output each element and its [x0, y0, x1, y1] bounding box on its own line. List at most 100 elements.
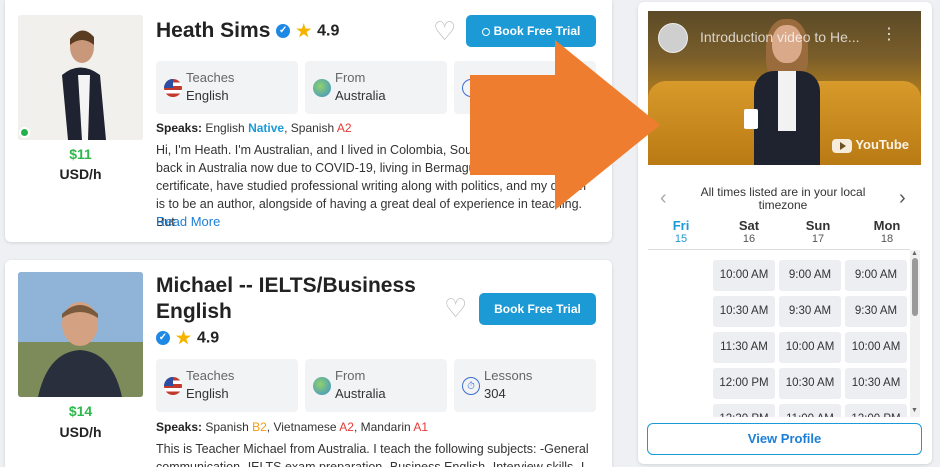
cup-icon: [744, 109, 758, 129]
lessons-box: ⏱ Lessons 304: [454, 359, 596, 412]
verified-icon: ✓: [156, 331, 170, 346]
time-slot[interactable]: 10:30 AM: [713, 296, 775, 327]
day-name: Fri: [672, 218, 690, 233]
verified-icon: ✓: [276, 24, 291, 39]
language: Mandarin: [360, 420, 411, 434]
time-slot-grid: 10:00 AM 9:00 AM 9:00 AM 10:30 AM 9:30 A…: [648, 250, 910, 417]
language: English: [205, 121, 245, 135]
tutor-card[interactable]: $14 USD/h Michael -- IELTS/Business Engl…: [5, 260, 612, 467]
youtube-play-icon: [832, 139, 853, 153]
from-value: Australia: [335, 386, 386, 401]
book-button-label: Book Free Trial: [494, 302, 581, 316]
tutor-name[interactable]: Michael -- IELTS/Business English: [156, 274, 416, 323]
book-button-label: Book Free Trial: [493, 24, 581, 38]
tutor-photo[interactable]: [18, 272, 143, 397]
price: $14: [68, 403, 93, 419]
day-column-mon[interactable]: Mon 18: [857, 218, 917, 245]
scroll-down-icon[interactable]: ▼: [911, 407, 918, 414]
favorite-heart-icon[interactable]: ♡: [433, 18, 456, 44]
chevron-right-icon[interactable]: ›: [899, 188, 906, 208]
price-unit: USD/h: [59, 166, 102, 182]
day-name: Sun: [805, 218, 831, 233]
speaks-label: Speaks:: [156, 121, 203, 135]
language-level: A2: [336, 121, 352, 135]
us-flag-icon: [164, 377, 182, 395]
time-slot[interactable]: 12:00 PM: [845, 404, 907, 417]
day-date: 16: [742, 233, 756, 245]
price-unit: USD/h: [59, 424, 102, 440]
time-slot[interactable]: 11:30 AM: [713, 332, 775, 363]
intro-video[interactable]: Introduction video to He... ⋮ YouTube: [648, 11, 921, 165]
youtube-label: YouTube: [855, 137, 909, 153]
day-column-sun[interactable]: Sun 17: [788, 218, 848, 245]
channel-avatar[interactable]: [658, 23, 688, 53]
arrow-icon: [470, 40, 660, 210]
view-profile-button[interactable]: View Profile: [647, 423, 922, 455]
language: Spanish: [290, 121, 335, 135]
time-slot[interactable]: 10:30 AM: [845, 368, 907, 399]
from-box: From Australia: [305, 61, 447, 114]
from-label: From: [335, 70, 366, 85]
time-slot[interactable]: 12:00 PM: [713, 368, 775, 399]
stopwatch-icon: ⏱: [462, 377, 480, 395]
teaches-box: Teaches English: [156, 61, 298, 114]
star-icon: ★: [296, 21, 312, 41]
globe-icon: [313, 377, 331, 395]
rating: 4.9: [317, 22, 340, 40]
from-box: From Australia: [305, 359, 447, 412]
youtube-logo[interactable]: YouTube: [832, 137, 909, 153]
ring-icon: [481, 27, 490, 36]
speaks-row: Speaks: English Native, Spanish A2: [156, 121, 352, 135]
favorite-heart-icon[interactable]: ♡: [444, 295, 467, 321]
time-slot[interactable]: 10:00 AM: [779, 332, 841, 363]
language-level: Native: [248, 121, 285, 135]
scroll-up-icon[interactable]: ▲: [911, 250, 918, 257]
day-name: Mon: [873, 218, 901, 233]
tutor-photo[interactable]: [18, 15, 143, 140]
time-slot[interactable]: 11:00 AM: [779, 404, 841, 417]
book-free-trial-button[interactable]: Book Free Trial: [479, 293, 596, 325]
time-slot[interactable]: 9:00 AM: [779, 260, 841, 291]
read-more-link[interactable]: Read More: [156, 214, 220, 229]
speaks-row: Speaks: Spanish B2, Vietnamese A2, Manda…: [156, 420, 429, 434]
star-icon: ★: [175, 328, 192, 348]
day-name: Sat: [738, 218, 760, 233]
tutor-name-row: Heath Sims ✓ ★ 4.9: [156, 18, 339, 44]
speaks-label: Speaks:: [156, 420, 203, 434]
tutor-name-row: Michael -- IELTS/Business English ✓ ★ 4.…: [156, 273, 436, 351]
day-column-fri[interactable]: Fri 15: [651, 218, 711, 245]
globe-icon: [313, 79, 331, 97]
price: $11: [69, 146, 92, 162]
video-title[interactable]: Introduction video to He...: [700, 29, 880, 45]
tutor-photo-image: [18, 15, 143, 140]
from-value: Australia: [335, 88, 386, 103]
online-status-dot: [19, 127, 30, 138]
teaches-value: English: [186, 386, 229, 401]
time-slot[interactable]: 12:30 PM: [713, 404, 775, 417]
time-slot[interactable]: 10:00 AM: [713, 260, 775, 291]
teaches-label: Teaches: [186, 368, 235, 383]
day-date: 15: [674, 233, 688, 245]
scrollbar-thumb[interactable]: [912, 258, 918, 316]
tutor-preview-panel: Introduction video to He... ⋮ YouTube ‹ …: [638, 2, 932, 464]
time-slot[interactable]: 9:30 AM: [779, 296, 841, 327]
language: Vietnamese: [273, 420, 337, 434]
teaches-label: Teaches: [186, 70, 235, 85]
day-column-sat[interactable]: Sat 16: [719, 218, 779, 245]
tutor-name[interactable]: Heath Sims: [156, 19, 270, 42]
language-level: A1: [413, 420, 429, 434]
time-slot[interactable]: 9:00 AM: [845, 260, 907, 291]
teaches-value: English: [186, 88, 229, 103]
time-slot[interactable]: 10:30 AM: [779, 368, 841, 399]
lessons-value: 304: [484, 386, 506, 401]
lessons-label: Lessons: [484, 368, 533, 383]
language-level: B2: [252, 420, 267, 434]
tutor-bio: This is Teacher Michael from Australia. …: [156, 442, 589, 467]
language-level: A2: [339, 420, 354, 434]
tutor-photo-image: [18, 272, 143, 397]
more-vertical-icon[interactable]: ⋮: [881, 27, 897, 43]
time-slot[interactable]: 9:30 AM: [845, 296, 907, 327]
time-slot[interactable]: 10:00 AM: [845, 332, 907, 363]
language: Spanish: [205, 420, 249, 434]
chevron-left-icon[interactable]: ‹: [660, 188, 667, 208]
